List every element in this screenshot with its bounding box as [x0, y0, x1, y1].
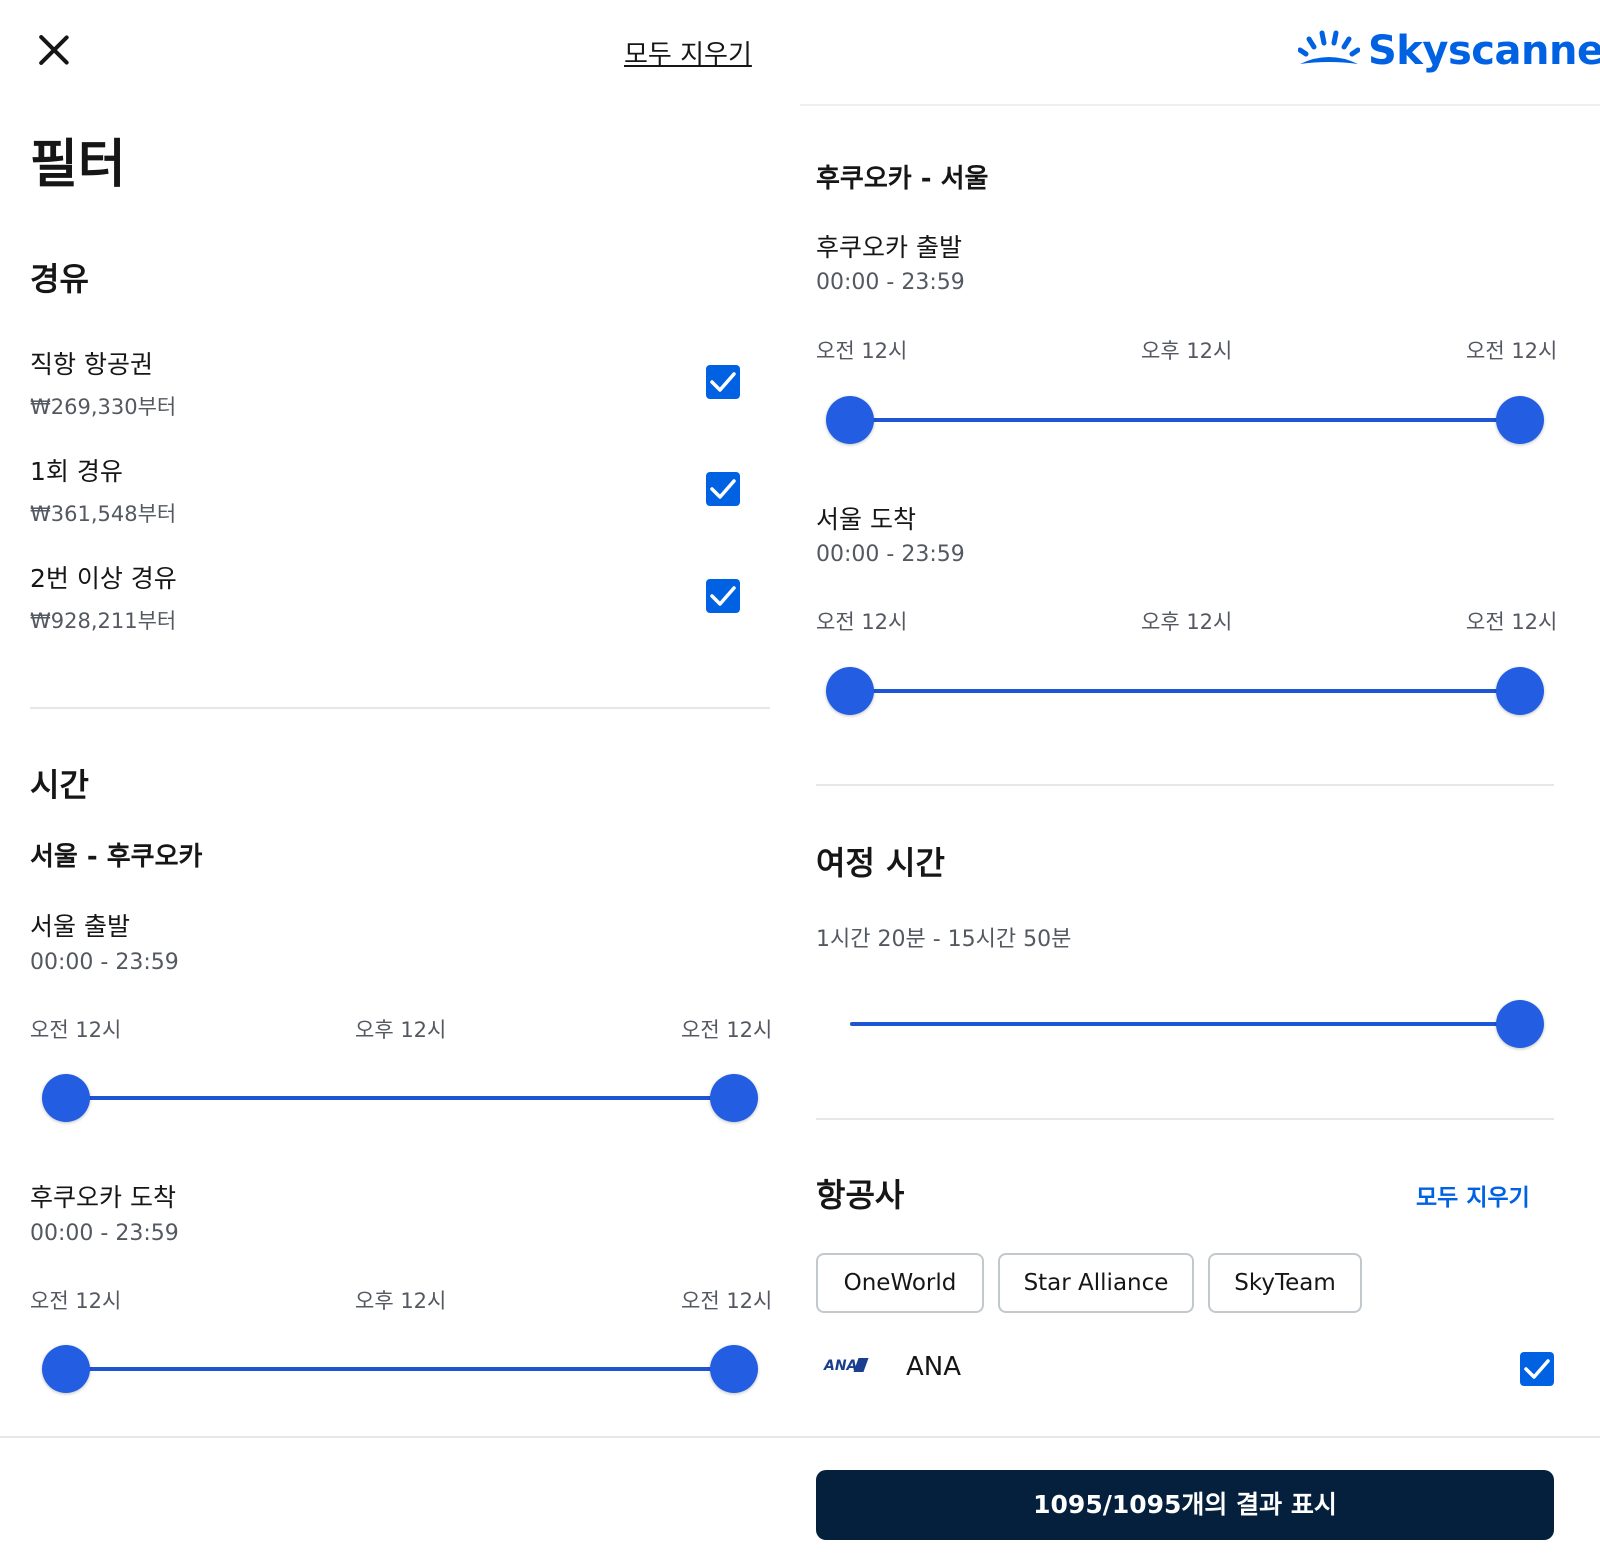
stop-option-label: 2번 이상 경유 [30, 564, 177, 593]
departure-range: 00:00 - 23:59 [30, 950, 179, 975]
slider-min-handle[interactable] [826, 667, 874, 715]
checkbox-checked[interactable] [1520, 1352, 1554, 1386]
duration-range: 1시간 20분 - 15시간 50분 [816, 927, 1072, 952]
tick-label: 오후 12시 [355, 1289, 447, 1313]
alliance-star-alliance-button[interactable]: Star Alliance [998, 1253, 1194, 1313]
return-route-title: 후쿠오카 - 서울 [816, 164, 989, 194]
return-departure-time-slider[interactable] [826, 396, 1544, 444]
divider [800, 1436, 1600, 1438]
tick-label: 오후 12시 [1141, 610, 1233, 634]
airline-name: ANA [906, 1352, 962, 1382]
clear-all-link[interactable]: 모두 지우기 [624, 34, 752, 71]
airlines-section-title: 항공사 [816, 1176, 905, 1214]
checkbox-checked[interactable] [706, 472, 740, 506]
tick-label: 오전 12시 [816, 610, 908, 634]
stops-section-title: 경유 [30, 260, 89, 298]
slider-min-handle[interactable] [826, 396, 874, 444]
stop-option-label: 1회 경유 [30, 457, 123, 486]
tick-label: 오후 12시 [355, 1018, 447, 1042]
divider [30, 707, 770, 709]
divider [816, 784, 1554, 786]
brand-name[interactable]: Skyscanner [1368, 28, 1600, 74]
slider-max-handle[interactable] [710, 1345, 758, 1393]
show-results-button[interactable]: 1095/1095개의 결과 표시 [816, 1470, 1554, 1540]
tick-label: 오전 12시 [1466, 339, 1558, 363]
arrival-label: 서울 도착 [816, 505, 916, 534]
stop-option-direct[interactable]: 직항 항공권 ₩269,330부터 [0, 345, 800, 425]
time-section-title: 시간 [30, 766, 89, 804]
arrival-range: 00:00 - 23:59 [816, 542, 965, 567]
stop-option-two-plus[interactable]: 2번 이상 경유 ₩928,211부터 [0, 559, 800, 639]
tick-label: 오전 12시 [1466, 610, 1558, 634]
divider [816, 1118, 1554, 1120]
alliance-oneworld-button[interactable]: OneWorld [816, 1253, 984, 1313]
checkbox-checked[interactable] [706, 365, 740, 399]
page-title: 필터 [30, 135, 126, 195]
route-title: 서울 - 후쿠오카 [30, 842, 203, 872]
stop-option-price: ₩361,548부터 [30, 502, 177, 526]
filter-panel-left: 모두 지우기 필터 경유 직항 항공권 ₩269,330부터 1회 경유 ₩36… [0, 0, 800, 1566]
arrival-time-slider[interactable] [42, 1345, 758, 1393]
stop-option-one-stop[interactable]: 1회 경유 ₩361,548부터 [0, 452, 800, 532]
tick-label: 오전 12시 [30, 1018, 122, 1042]
duration-section-title: 여정 시간 [816, 844, 945, 882]
departure-label: 후쿠오카 출발 [816, 233, 962, 262]
header: Skyscanner [800, 0, 1600, 106]
airline-row-ana[interactable]: ANA ANA [800, 1338, 1600, 1402]
slider-max-handle[interactable] [1496, 667, 1544, 715]
slider-max-handle[interactable] [710, 1074, 758, 1122]
alliance-skyteam-button[interactable]: SkyTeam [1208, 1253, 1362, 1313]
airlines-clear-link[interactable]: 모두 지우기 [1416, 1178, 1530, 1212]
slider-max-handle[interactable] [1496, 396, 1544, 444]
departure-range: 00:00 - 23:59 [816, 270, 965, 295]
filter-panel-right: Skyscanner 후쿠오카 - 서울 후쿠오카 출발 00:00 - 23:… [800, 0, 1600, 1566]
stop-option-label: 직항 항공권 [30, 350, 153, 379]
slider-min-handle[interactable] [42, 1345, 90, 1393]
return-arrival-time-slider[interactable] [826, 667, 1544, 715]
checkmark-icon [710, 479, 736, 499]
checkbox-checked[interactable] [706, 579, 740, 613]
slider-min-handle[interactable] [42, 1074, 90, 1122]
duration-slider[interactable] [826, 1000, 1544, 1048]
divider [0, 1436, 800, 1438]
tick-label: 오전 12시 [681, 1289, 773, 1313]
tick-label: 오전 12시 [816, 339, 908, 363]
arrival-range: 00:00 - 23:59 [30, 1221, 179, 1246]
slider-track [66, 1367, 734, 1371]
stop-option-price: ₩269,330부터 [30, 395, 177, 419]
stop-option-price: ₩928,211부터 [30, 609, 177, 633]
checkmark-icon [1524, 1359, 1550, 1379]
checkmark-icon [710, 372, 736, 392]
close-icon[interactable] [36, 32, 72, 68]
departure-time-slider[interactable] [42, 1074, 758, 1122]
slider-track [850, 1022, 1520, 1026]
tick-label: 오전 12시 [30, 1289, 122, 1313]
tick-label: 오후 12시 [1141, 339, 1233, 363]
slider-track [66, 1096, 734, 1100]
checkmark-icon [710, 586, 736, 606]
slider-handle[interactable] [1496, 1000, 1544, 1048]
slider-track [850, 689, 1520, 693]
arrival-label: 후쿠오카 도착 [30, 1183, 176, 1212]
slider-track [850, 418, 1520, 422]
skyscanner-sunrise-logo-icon [1298, 30, 1360, 64]
departure-label: 서울 출발 [30, 912, 130, 941]
tick-label: 오전 12시 [681, 1018, 773, 1042]
